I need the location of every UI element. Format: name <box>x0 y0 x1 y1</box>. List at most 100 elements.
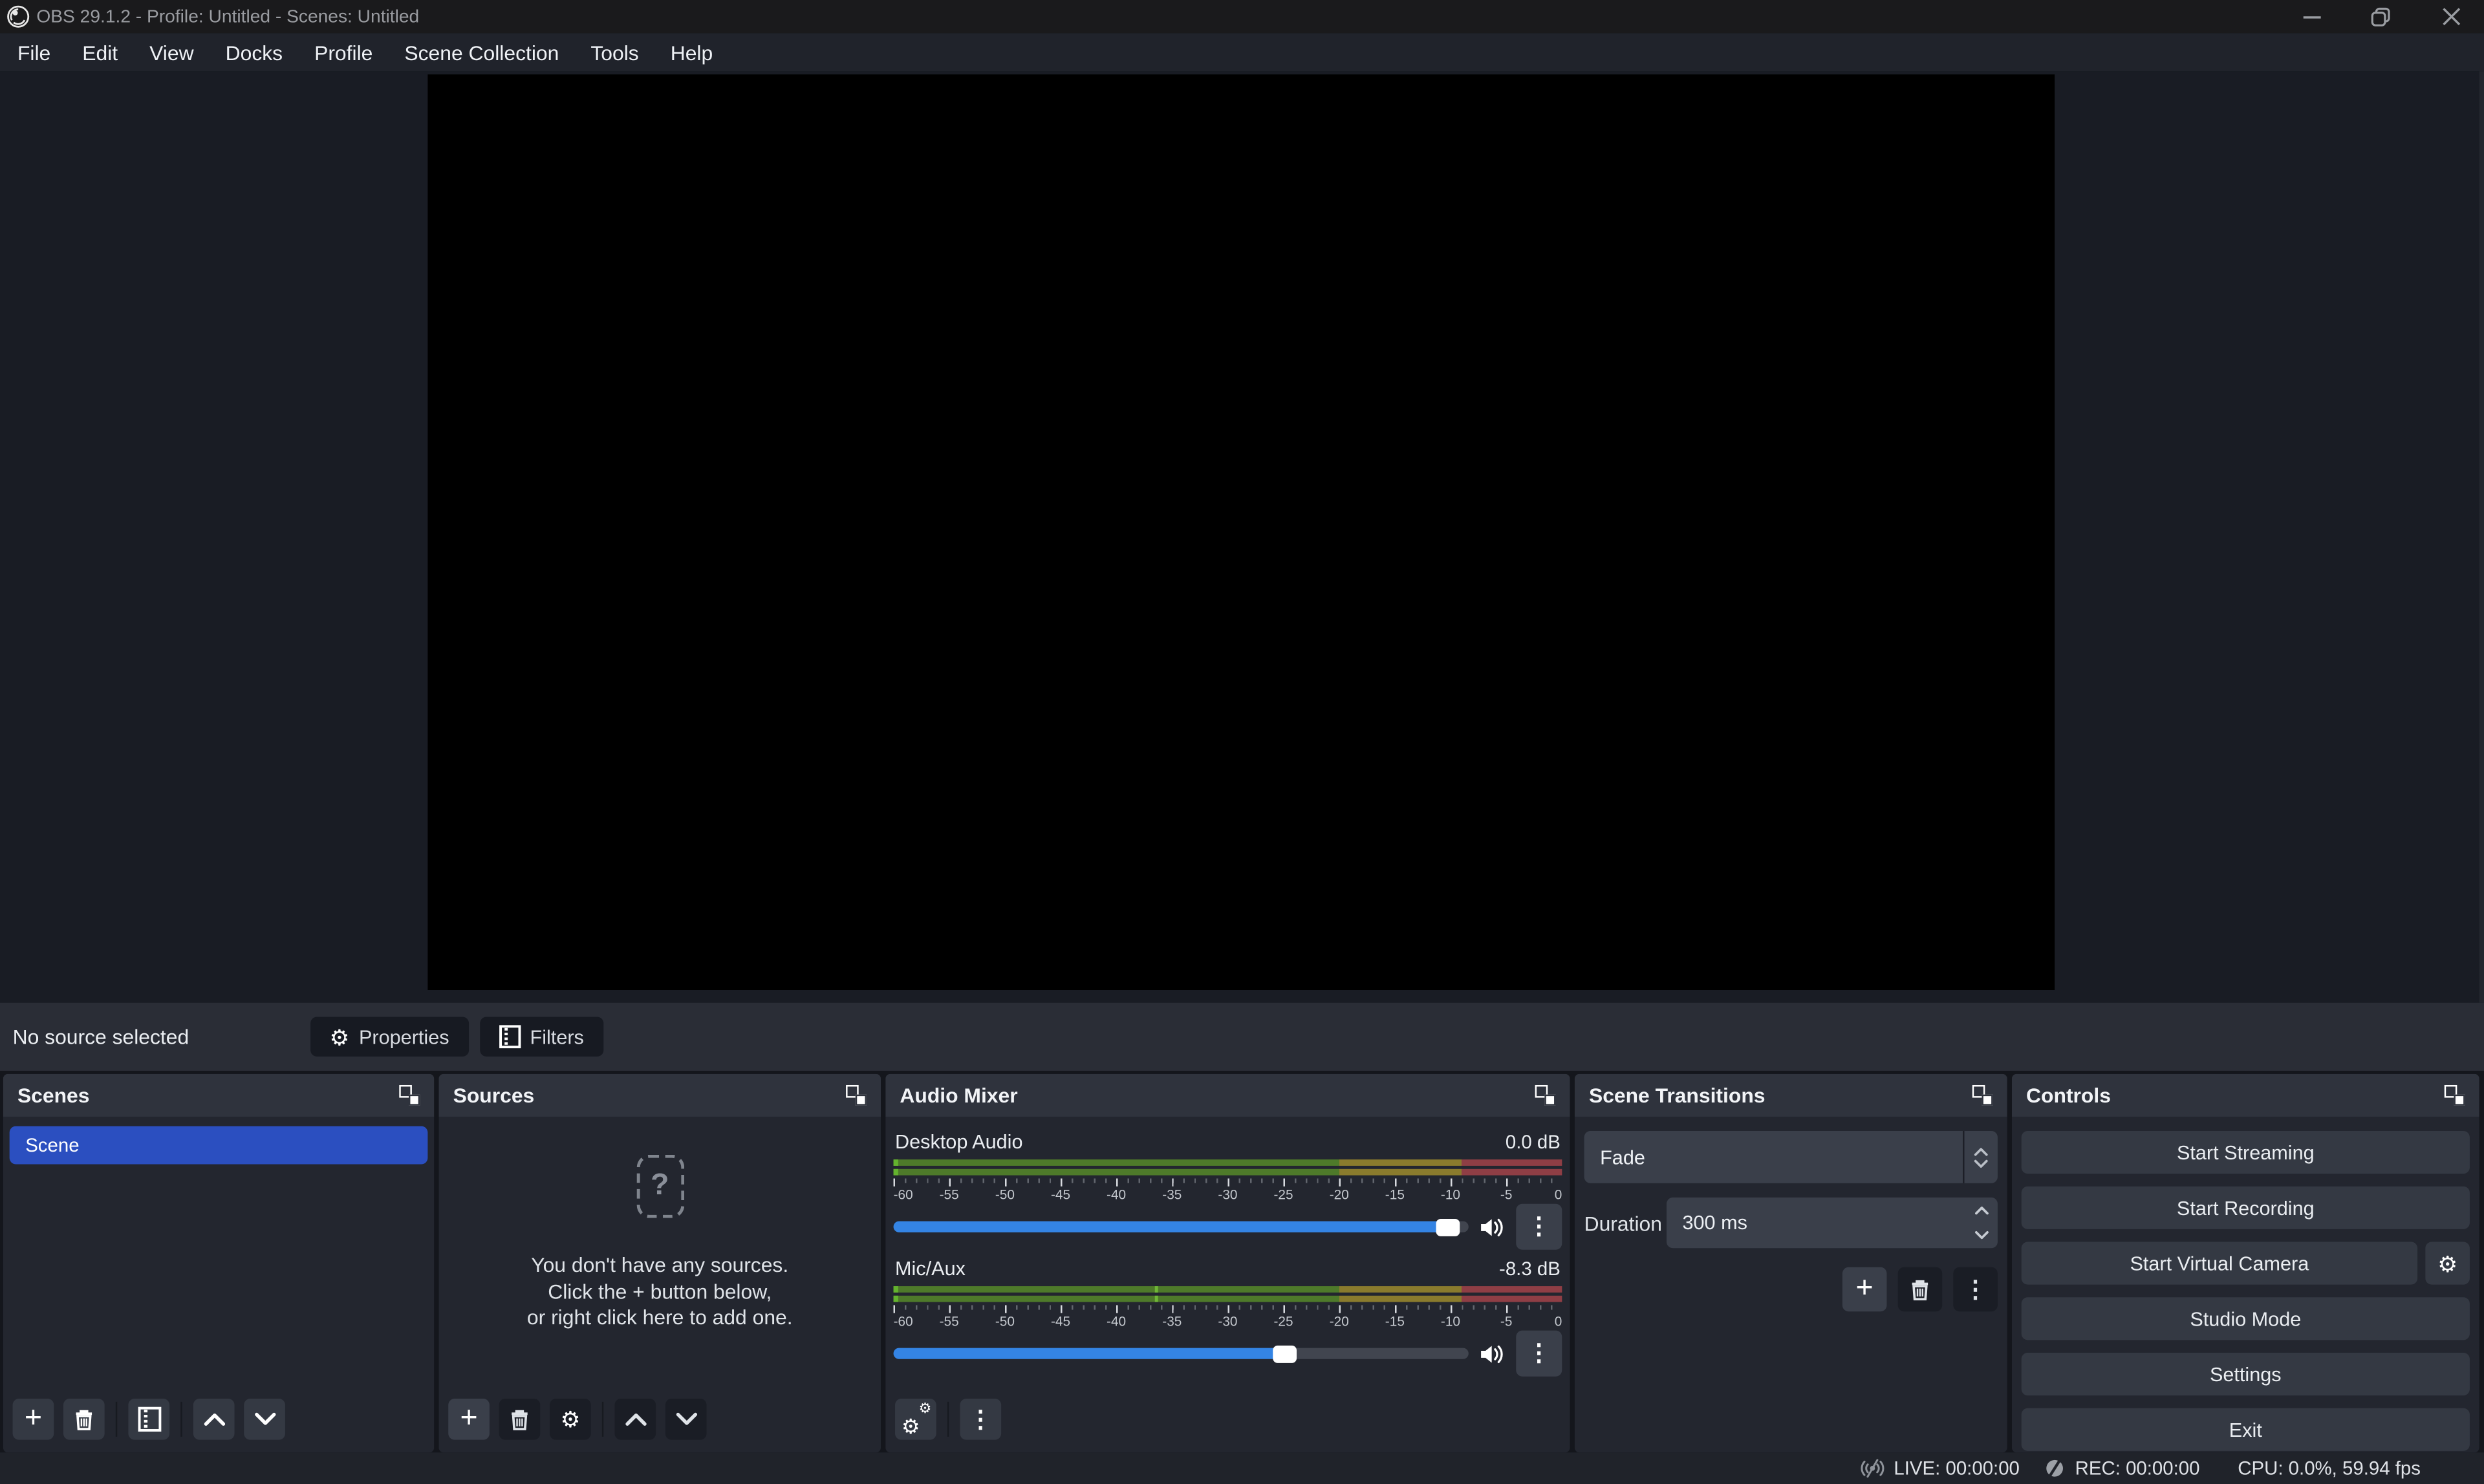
spinner-arrows <box>1966 1198 1998 1248</box>
menu-file[interactable]: File <box>3 36 65 69</box>
meter-ruler <box>894 1179 1562 1187</box>
menu-bar: File Edit View Docks Profile Scene Colle… <box>0 33 2484 71</box>
chevron-up-icon[interactable] <box>1974 1205 1989 1215</box>
window-controls <box>2300 6 2468 28</box>
filters-button[interactable]: Filters <box>479 1017 603 1057</box>
toolbar-separator <box>947 1402 949 1437</box>
chevron-up-icon <box>202 1412 226 1427</box>
popout-icon[interactable] <box>1972 1085 1993 1106</box>
source-properties-button[interactable]: ⚙ <box>550 1399 591 1440</box>
restore-icon[interactable] <box>2370 6 2392 28</box>
transition-properties-button[interactable]: ⋮ <box>1953 1267 1998 1312</box>
channel-menu-button[interactable]: ⋮ <box>1516 1331 1562 1377</box>
empty-text-line: You don't have any sources. <box>531 1253 788 1279</box>
controls-title: Controls <box>2026 1084 2111 1108</box>
menu-view[interactable]: View <box>135 36 208 69</box>
scene-filters-button[interactable] <box>128 1399 169 1440</box>
volume-slider[interactable] <box>894 1348 1469 1359</box>
source-toolbar: No source selected ⚙ Properties Filters <box>0 1003 2484 1071</box>
close-icon[interactable] <box>2439 6 2461 28</box>
scenes-body: Scene + <box>3 1117 434 1452</box>
start-recording-button[interactable]: Start Recording <box>2022 1187 2470 1229</box>
menu-scene-collection[interactable]: Scene Collection <box>390 36 573 69</box>
scenes-header[interactable]: Scenes <box>3 1074 434 1117</box>
add-transition-button[interactable]: + <box>1842 1267 1887 1312</box>
meter-scale: -60-55-50-45-40-35-30-25-20-15-10-50 <box>894 1313 1562 1329</box>
mixer-menu-button[interactable]: ⋮ <box>960 1399 1001 1440</box>
mixer-channel-mic-aux: Mic/Aux -8.3 dB -60-55-50-45-40-35-30-25… <box>894 1258 1562 1377</box>
mixer-channel-desktop-audio: Desktop Audio 0.0 dB -60-55-50-45-40-35-… <box>894 1131 1562 1250</box>
speaker-icon[interactable] <box>1480 1214 1505 1240</box>
sources-header[interactable]: Sources <box>439 1074 881 1117</box>
trash-icon <box>73 1407 95 1431</box>
sources-body[interactable]: ? You don't have any sources. Click the … <box>439 1117 881 1452</box>
duration-value: 300 ms <box>1667 1212 1747 1234</box>
controls-header[interactable]: Controls <box>2012 1074 2479 1117</box>
slider-handle[interactable] <box>1436 1218 1460 1236</box>
audio-mixer-header[interactable]: Audio Mixer <box>885 1074 1570 1117</box>
channel-menu-button[interactable]: ⋮ <box>1516 1204 1562 1250</box>
menu-edit[interactable]: Edit <box>68 36 132 69</box>
remove-scene-button[interactable] <box>63 1399 105 1440</box>
slider-handle[interactable] <box>1273 1345 1297 1362</box>
transition-value: Fade <box>1584 1146 1645 1168</box>
properties-button[interactable]: ⚙ Properties <box>310 1017 468 1057</box>
menu-help[interactable]: Help <box>656 36 728 69</box>
cpu-fps-stats: CPU: 0.0%, 59.94 fps <box>2238 1457 2421 1479</box>
move-source-down-button[interactable] <box>665 1399 707 1440</box>
popout-icon[interactable] <box>1535 1085 1556 1106</box>
move-source-up-button[interactable] <box>614 1399 656 1440</box>
toolbar-separator <box>602 1402 603 1437</box>
move-scene-up-button[interactable] <box>193 1399 235 1440</box>
scene-transitions-header[interactable]: Scene Transitions <box>1575 1074 2007 1117</box>
popout-icon[interactable] <box>846 1085 867 1106</box>
duration-spinbox[interactable]: 300 ms <box>1667 1198 1998 1248</box>
chevron-down-icon <box>1974 1159 1988 1168</box>
scene-transitions-panel: Scene Transitions Fade Duration 300 ms <box>1575 1074 2007 1452</box>
studio-mode-button[interactable]: Studio Mode <box>2022 1297 2470 1340</box>
start-streaming-button[interactable]: Start Streaming <box>2022 1131 2470 1174</box>
advanced-audio-button[interactable]: ⚙⚙ <box>895 1399 936 1440</box>
popout-icon[interactable] <box>2445 1085 2465 1106</box>
settings-button[interactable]: Settings <box>2022 1353 2470 1395</box>
obs-logo-icon <box>6 5 30 28</box>
menu-tools[interactable]: Tools <box>576 36 653 69</box>
transition-select[interactable]: Fade <box>1584 1131 1998 1183</box>
select-arrows <box>1963 1131 1998 1183</box>
preview-canvas[interactable] <box>427 74 2055 990</box>
sources-panel: Sources ? You don't have any sources. Cl… <box>439 1074 881 1452</box>
scene-transitions-body: Fade Duration 300 ms <box>1575 1117 2007 1452</box>
speaker-icon[interactable] <box>1480 1341 1505 1366</box>
filters-icon <box>499 1025 521 1049</box>
empty-text-line: or right click here to add one. <box>527 1305 793 1331</box>
popout-icon[interactable] <box>399 1085 420 1106</box>
virtual-camera-settings-button[interactable]: ⚙ <box>2425 1242 2470 1284</box>
menu-docks[interactable]: Docks <box>211 36 297 69</box>
minimize-icon[interactable] <box>2300 6 2322 28</box>
double-gear-icon: ⚙⚙ <box>903 1406 928 1432</box>
duration-row: Duration 300 ms <box>1584 1198 1998 1248</box>
scene-transitions-title: Scene Transitions <box>1589 1084 1766 1108</box>
add-source-button[interactable]: + <box>448 1399 490 1440</box>
trash-icon <box>508 1407 530 1431</box>
obs-window: OBS 29.1.2 - Profile: Untitled - Scenes:… <box>0 0 2484 1484</box>
audio-mixer-body: Desktop Audio 0.0 dB -60-55-50-45-40-35-… <box>885 1117 1570 1452</box>
sources-toolbar: + ⚙ <box>448 1399 706 1440</box>
chevron-down-icon[interactable] <box>1974 1231 1989 1240</box>
channel-name: Desktop Audio <box>895 1131 1022 1153</box>
controls-panel: Controls Start Streaming Start Recording… <box>2012 1074 2479 1452</box>
remove-source-button[interactable] <box>499 1399 541 1440</box>
start-virtual-camera-button[interactable]: Start Virtual Camera <box>2022 1242 2417 1284</box>
exit-button[interactable]: Exit <box>2022 1408 2470 1451</box>
transitions-toolbar: + ⋮ <box>1584 1267 1998 1312</box>
gear-icon: ⚙ <box>2437 1252 2457 1274</box>
add-scene-button[interactable]: + <box>13 1399 54 1440</box>
menu-profile[interactable]: Profile <box>300 36 387 69</box>
toolbar-separator <box>180 1402 182 1437</box>
scene-list-item[interactable]: Scene <box>10 1126 428 1165</box>
volume-slider[interactable] <box>894 1221 1469 1232</box>
dock-area: Scenes Scene + <box>0 1071 2484 1452</box>
remove-transition-button[interactable] <box>1898 1267 1943 1312</box>
move-scene-down-button[interactable] <box>244 1399 285 1440</box>
toolbar-separator <box>116 1402 117 1437</box>
